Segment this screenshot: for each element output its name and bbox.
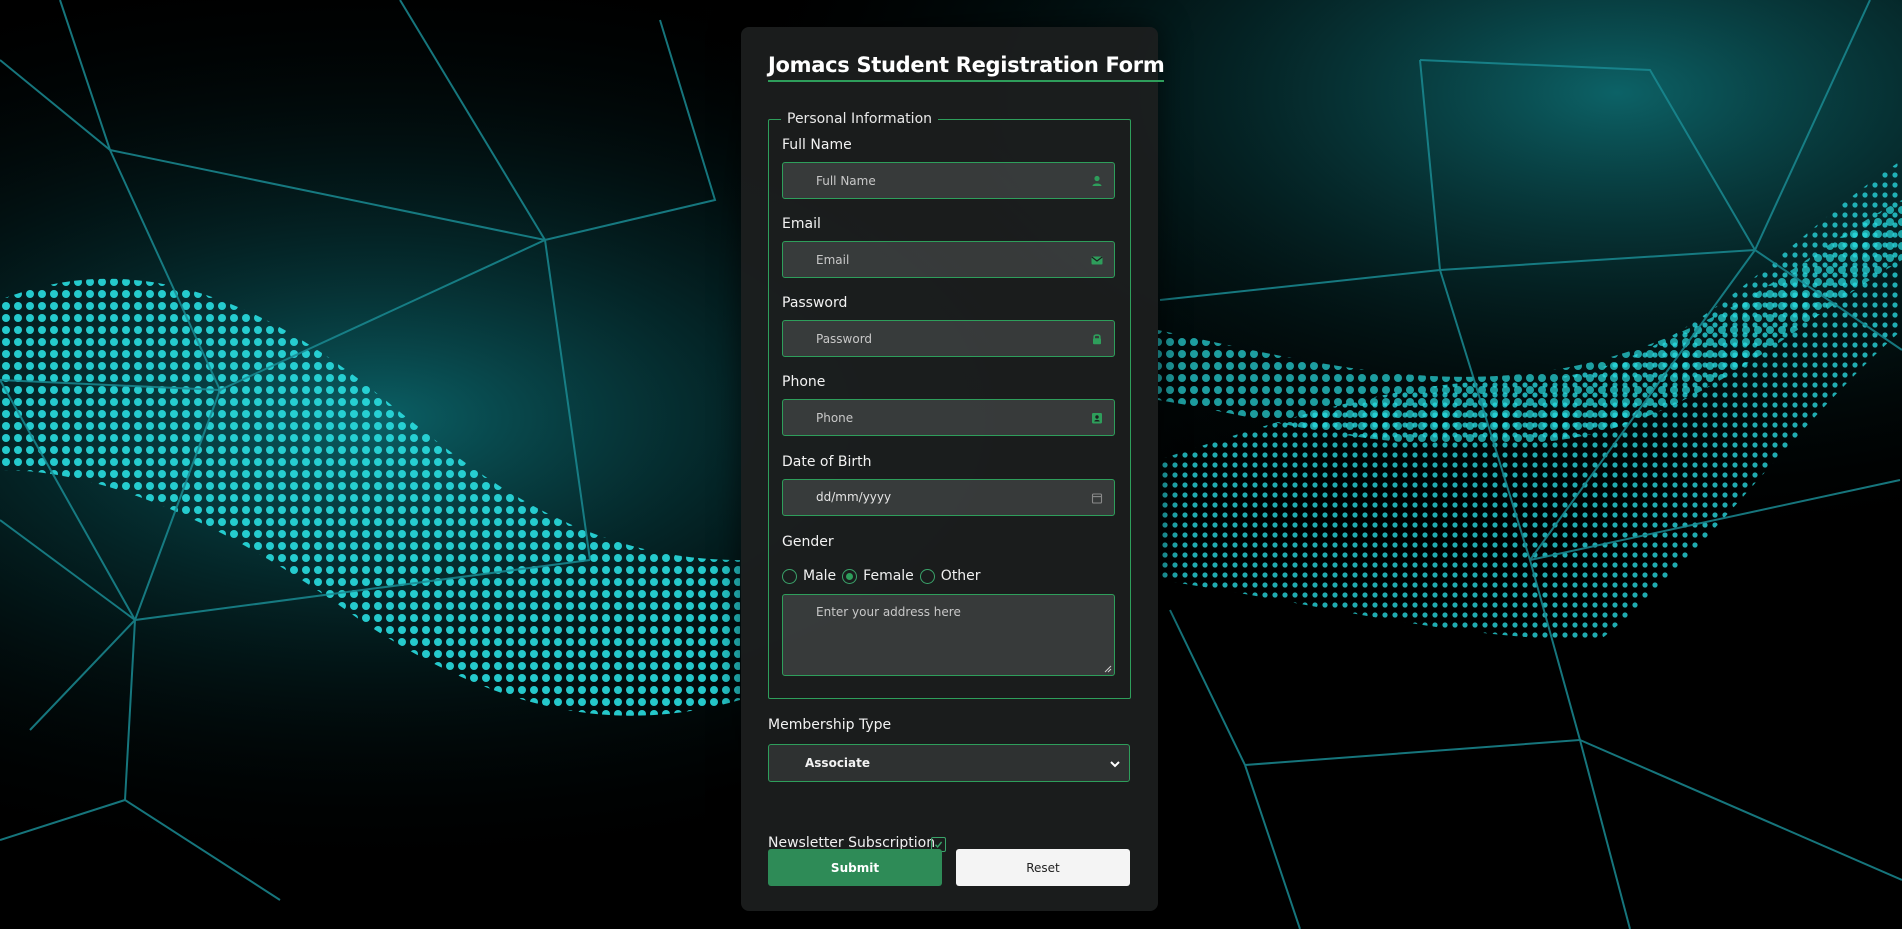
- gender-other-radio[interactable]: [919, 568, 935, 584]
- submit-button[interactable]: Submit: [768, 849, 942, 886]
- resize-handle-icon[interactable]: [1103, 664, 1112, 673]
- address-field-wrapper: [782, 594, 1115, 676]
- reset-button[interactable]: Reset: [956, 849, 1130, 886]
- form-title: Jomacs Student Registration Form: [768, 53, 1165, 82]
- password-input[interactable]: [783, 321, 1114, 356]
- membership-selected-value: Associate: [805, 756, 871, 770]
- chevron-down-icon: [1110, 761, 1120, 768]
- dob-field-wrapper[interactable]: dd/mm/yyyy: [782, 479, 1115, 516]
- full-name-input[interactable]: [783, 163, 1114, 198]
- gender-radio-group: Male Female Other: [782, 567, 987, 585]
- contact-card-icon: [1092, 413, 1102, 424]
- gender-female-label[interactable]: Female: [863, 568, 914, 584]
- membership-type-label: Membership Type: [768, 717, 892, 733]
- address-textarea[interactable]: [783, 595, 1114, 675]
- full-name-field-wrapper: [782, 162, 1115, 199]
- gender-male-label[interactable]: Male: [803, 568, 836, 584]
- gender-other-label[interactable]: Other: [941, 568, 981, 584]
- dob-label: Date of Birth: [782, 454, 872, 470]
- email-input[interactable]: [783, 242, 1114, 277]
- gender-male-radio[interactable]: [782, 568, 797, 584]
- registration-card: Jomacs Student Registration Form Persona…: [741, 27, 1165, 911]
- email-label: Email: [782, 216, 821, 232]
- envelope-icon: [1091, 256, 1103, 265]
- email-field-wrapper: [782, 241, 1115, 278]
- membership-type-select[interactable]: Associate: [768, 744, 1130, 782]
- calendar-icon[interactable]: [1090, 491, 1104, 505]
- user-icon: [1092, 175, 1102, 186]
- phone-label: Phone: [782, 374, 826, 390]
- fieldset-legend: Personal Information: [787, 111, 933, 127]
- phone-field-wrapper: [782, 399, 1115, 436]
- gender-female-radio[interactable]: [842, 568, 858, 584]
- password-label: Password: [782, 295, 848, 311]
- gender-label: Gender: [782, 534, 834, 550]
- full-name-label: Full Name: [782, 137, 852, 153]
- dob-input[interactable]: dd/mm/yyyy: [816, 490, 891, 504]
- lock-icon: [1093, 334, 1101, 345]
- phone-input[interactable]: [783, 400, 1114, 435]
- password-field-wrapper: [782, 320, 1115, 357]
